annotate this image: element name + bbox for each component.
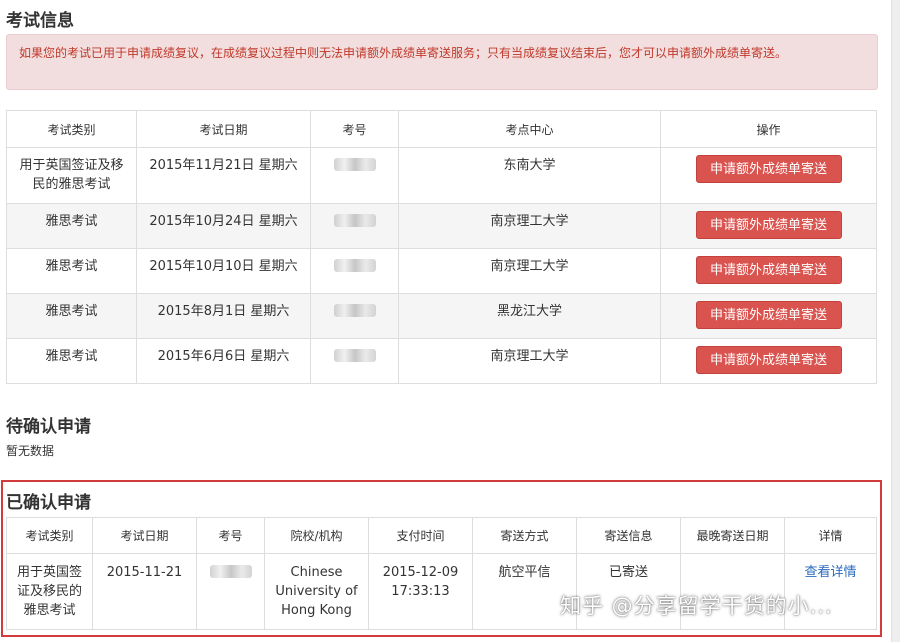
redacted-exam-number (333, 304, 376, 317)
cell-action: 申请额外成绩单寄送 (660, 147, 877, 204)
cell-center: 南京理工大学 (398, 203, 661, 249)
cell-category: 用于英国签证及移民的雅思考试 (6, 147, 137, 204)
col-header-institution: 院校/机构 (264, 517, 369, 554)
table-row: 雅思考试 2015年6月6日 星期六 南京理工大学 申请额外成绩单寄送 (6, 338, 877, 384)
cell-action: 申请额外成绩单寄送 (660, 338, 877, 384)
request-transcript-button[interactable]: 申请额外成绩单寄送 (695, 211, 842, 239)
cell-exam-number (310, 147, 399, 204)
cell-center: 东南大学 (398, 147, 661, 204)
table-row: 雅思考试 2015年8月1日 星期六 黑龙江大学 申请额外成绩单寄送 (6, 293, 877, 339)
category-text: 用于英国签证及移民的雅思考试 (16, 565, 82, 618)
cell-date: 2015年6月6日 星期六 (136, 338, 311, 384)
request-transcript-button[interactable]: 申请额外成绩单寄送 (695, 155, 842, 183)
redacted-exam-number (333, 349, 376, 362)
col-header-action: 操作 (660, 110, 877, 148)
request-transcript-button[interactable]: 申请额外成绩单寄送 (695, 256, 842, 284)
table-row: 雅思考试 2015年10月10日 星期六 南京理工大学 申请额外成绩单寄送 (6, 248, 877, 294)
watermark: 知乎 @分享留学干货的小... (560, 594, 833, 618)
cell-date: 2015年10月24日 星期六 (136, 203, 311, 249)
cell-exam-number (196, 553, 265, 630)
col-header-exam-number: 考号 (310, 110, 399, 148)
confirmed-title: 已确认申请 (6, 493, 91, 513)
pay-time-text: 2015-12-09 17:33:13 (382, 565, 459, 599)
cell-date: 2015年8月1日 星期六 (136, 293, 311, 339)
request-transcript-button[interactable]: 申请额外成绩单寄送 (695, 346, 842, 374)
pending-title: 待确认申请 (6, 417, 91, 437)
cell-date: 2015年10月10日 星期六 (136, 248, 311, 294)
cell-exam-number (310, 248, 399, 294)
cell-center: 南京理工大学 (398, 248, 661, 294)
cell-exam-number (310, 203, 399, 249)
cell-category: 用于英国签证及移民的雅思考试 (6, 553, 93, 630)
request-transcript-button[interactable]: 申请额外成绩单寄送 (695, 301, 842, 329)
exam-table: 考试类别 考试日期 考号 考点中心 操作 用于英国签证及移民的雅思考试 2015… (6, 110, 877, 384)
page: 考试信息 如果您的考试已用于申请成绩复议，在成绩复议过程中则无法申请额外成绩单寄… (0, 0, 894, 642)
cell-center: 南京理工大学 (398, 338, 661, 384)
cell-category: 雅思考试 (6, 203, 137, 249)
alert-notice: 如果您的考试已用于申请成绩复议，在成绩复议过程中则无法申请额外成绩单寄送服务；只… (6, 34, 878, 90)
col-header-category: 考试类别 (6, 517, 93, 554)
redacted-exam-number (209, 565, 252, 578)
table-header-row: 考试类别 考试日期 考号 考点中心 操作 (6, 110, 877, 148)
cell-action: 申请额外成绩单寄送 (660, 293, 877, 339)
col-header-date: 考试日期 (136, 110, 311, 148)
col-header-delivery-info: 寄送信息 (576, 517, 681, 554)
table-header-row: 考试类别 考试日期 考号 院校/机构 支付时间 寄送方式 寄送信息 最晚寄送日期… (6, 517, 877, 554)
table-row: 用于英国签证及移民的雅思考试 2015年11月21日 星期六 东南大学 申请额外… (6, 147, 877, 204)
col-header-delivery-method: 寄送方式 (472, 517, 577, 554)
col-header-category: 考试类别 (6, 110, 137, 148)
view-detail-link[interactable]: 查看详情 (804, 565, 856, 580)
cell-date: 2015-11-21 (92, 553, 197, 630)
col-header-pay-time: 支付时间 (368, 517, 473, 554)
institution-text: Chinese University of Hong Kong (275, 565, 358, 618)
cell-center: 黑龙江大学 (398, 293, 661, 339)
exam-info-title: 考试信息 (6, 11, 74, 31)
col-header-date: 考试日期 (92, 517, 197, 554)
col-header-detail: 详情 (784, 517, 877, 554)
cell-action: 申请额外成绩单寄送 (660, 203, 877, 249)
redacted-exam-number (333, 158, 376, 171)
col-header-test-center: 考点中心 (398, 110, 661, 148)
redacted-exam-number (333, 259, 376, 272)
cell-category: 雅思考试 (6, 338, 137, 384)
cell-institution: Chinese University of Hong Kong (264, 553, 369, 630)
pending-empty-text: 暂无数据 (6, 444, 55, 458)
cell-date: 2015年11月21日 星期六 (136, 147, 311, 204)
col-header-deadline: 最晚寄送日期 (680, 517, 785, 554)
scrollbar[interactable] (891, 0, 900, 642)
cell-exam-number (310, 293, 399, 339)
redacted-exam-number (333, 214, 376, 227)
cell-category: 雅思考试 (6, 248, 137, 294)
cell-category: 雅思考试 (6, 293, 137, 339)
cell-action: 申请额外成绩单寄送 (660, 248, 877, 294)
cell-pay-time: 2015-12-09 17:33:13 (368, 553, 473, 630)
col-header-exam-number: 考号 (196, 517, 265, 554)
category-text: 用于英国签证及移民的雅思考试 (19, 158, 124, 192)
cell-exam-number (310, 338, 399, 384)
alert-text: 如果您的考试已用于申请成绩复议，在成绩复议过程中则无法申请额外成绩单寄送服务；只… (19, 46, 788, 60)
table-row: 雅思考试 2015年10月24日 星期六 南京理工大学 申请额外成绩单寄送 (6, 203, 877, 249)
